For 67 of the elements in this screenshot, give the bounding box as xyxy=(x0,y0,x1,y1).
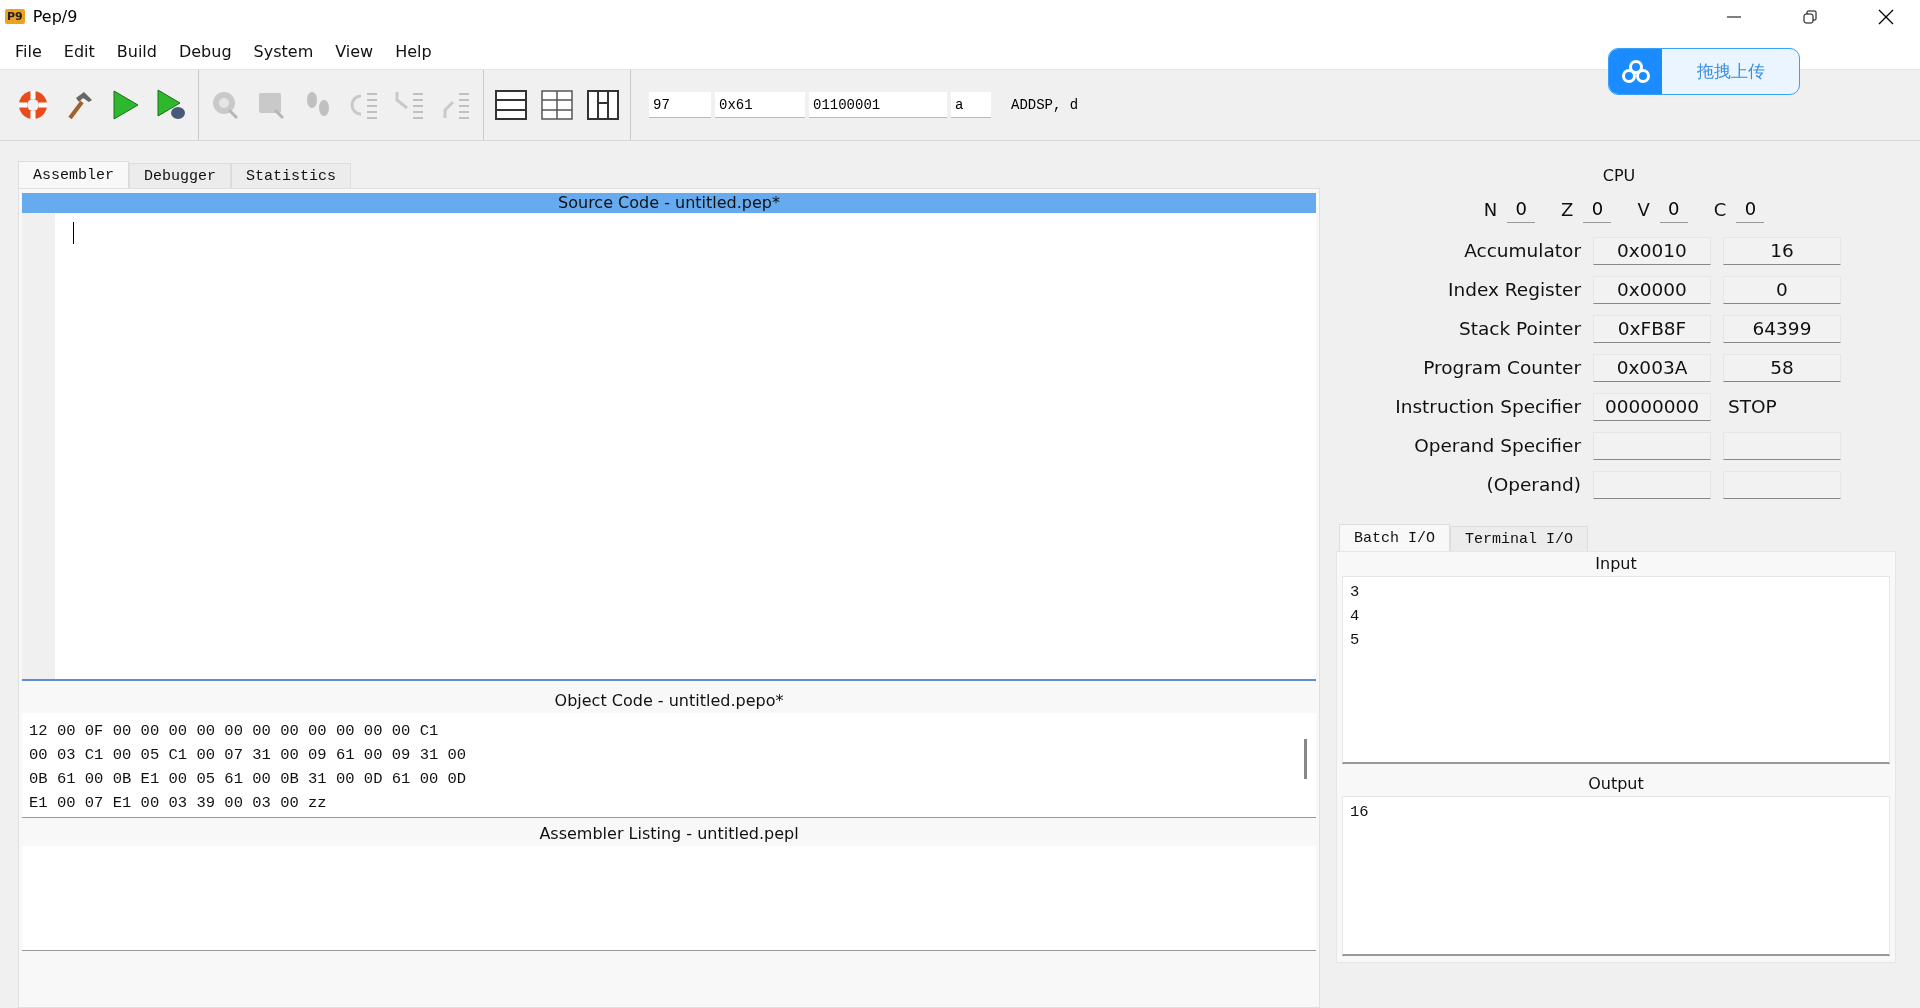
register-field: 00000000 xyxy=(1593,392,1711,421)
code-line: E1 00 07 E1 00 03 39 00 03 00 zz xyxy=(29,793,328,814)
value-field[interactable]: 97 xyxy=(649,92,711,118)
register-label: Stack Pointer xyxy=(1457,318,1581,339)
register-field: 0x0010 xyxy=(1593,236,1711,265)
flag-label: N xyxy=(1483,198,1498,220)
register-field: 64399 xyxy=(1723,314,1841,343)
minimize-icon xyxy=(1727,15,1741,18)
menu-item[interactable]: File xyxy=(4,41,53,61)
code-line: 00 03 C1 00 05 C1 00 07 31 00 09 61 00 09 31 00 xyxy=(29,745,468,766)
input-line: 5 xyxy=(1350,631,1361,651)
register-label: Operand Specifier xyxy=(1413,435,1581,456)
menu-item[interactable]: Edit xyxy=(52,41,106,61)
register-field: 0x003A xyxy=(1593,353,1711,382)
menu-item[interactable]: Build xyxy=(105,41,168,61)
register-field: 0 xyxy=(1723,275,1841,304)
code-line: 0B 61 00 0B E1 00 05 61 00 0B 31 00 0D 61 00 0D xyxy=(29,769,468,790)
register-label: Index Register xyxy=(1447,279,1581,300)
register-field: 58 xyxy=(1723,353,1841,382)
register-label: Instruction Specifier xyxy=(1394,396,1581,417)
menu-item[interactable]: Help xyxy=(384,41,443,61)
value-field[interactable]: a xyxy=(951,92,991,118)
window-title: Pep/9 xyxy=(32,7,79,26)
input-area[interactable]: 3 4 5 xyxy=(1342,576,1890,764)
object-code-header: Object Code - untitled.pepo* xyxy=(553,690,785,712)
menu-item[interactable]: View xyxy=(324,41,385,61)
register-label: (Operand) xyxy=(1485,474,1581,495)
input-header: Input xyxy=(1594,553,1638,575)
flag-label: V xyxy=(1637,198,1650,220)
menu-item[interactable]: System xyxy=(242,41,325,61)
close-icon xyxy=(1878,8,1894,25)
tab[interactable]: Batch I/O xyxy=(1339,524,1450,551)
mnemonic-text: STOP xyxy=(1727,396,1778,417)
source-code-header: Source Code - untitled.pep* xyxy=(22,193,1316,213)
menu-item[interactable]: Debug xyxy=(167,41,243,61)
register-label: Accumulator xyxy=(1463,240,1581,261)
code-line: 12 00 0F 00 00 00 00 00 00 00 00 00 00 00 C1 xyxy=(29,721,440,742)
listing-header: Assembler Listing - untitled.pepl xyxy=(538,823,800,845)
app-icon: P9 xyxy=(5,9,25,24)
restore-icon xyxy=(1803,9,1817,24)
input-line: 4 xyxy=(1350,607,1361,627)
tab[interactable]: Statistics xyxy=(231,163,352,188)
input-line: 3 xyxy=(1350,583,1361,603)
output-area[interactable]: 16 xyxy=(1342,796,1890,956)
cpu-title: CPU xyxy=(1601,165,1637,187)
cloud-icon xyxy=(1620,58,1651,85)
register-field: 16 xyxy=(1723,236,1841,265)
output-line: 16 xyxy=(1350,803,1370,823)
tab[interactable]: Debugger xyxy=(129,163,232,188)
register-field: 0xFB8F xyxy=(1593,314,1711,343)
layout-icon xyxy=(586,88,620,122)
lifebuoy-icon xyxy=(16,88,50,122)
tab[interactable]: Terminal I/O xyxy=(1450,526,1589,551)
output-header: Output xyxy=(1587,773,1645,795)
flag-label: C xyxy=(1713,198,1727,220)
layout-icon xyxy=(540,88,574,122)
scrollbar-thumb[interactable] xyxy=(1303,739,1307,779)
tab[interactable]: Assembler xyxy=(18,161,129,188)
instruction-text: ADDSP, d xyxy=(1011,97,1079,113)
play-bug-icon xyxy=(154,88,188,122)
register-field: 0x0000 xyxy=(1593,275,1711,304)
value-field[interactable]: 01100001 xyxy=(809,92,947,118)
object-code-editor[interactable]: 12 00 0F 00 00 00 00 00 00 00 00 00 00 00 C1 00 03 C1 00 05 C1 00 07 31 00 09 61 00 09 31 00 0B 61 00 0B E1 00 05 61 00 0B 31 00 0D 61 00 0D E1 00 07 E1 00 03 39 00 03 00 zz xyxy=(22,713,1316,818)
value-field[interactable]: 0x61 xyxy=(715,92,805,118)
layout-icon xyxy=(494,88,528,122)
flag-label: Z xyxy=(1561,198,1574,220)
register-label: Program Counter xyxy=(1422,357,1581,378)
